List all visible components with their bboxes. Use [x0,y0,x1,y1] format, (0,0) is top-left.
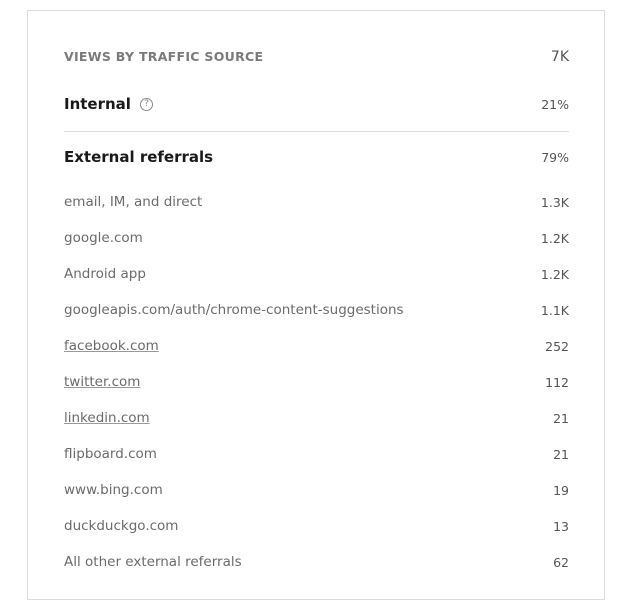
referral-value: 21 [553,410,569,426]
referral-value: 62 [553,554,569,570]
referral-link-linkedin[interactable]: linkedin.com [64,410,150,426]
external-row: External referrals 79% [64,148,569,166]
referral-value: 112 [545,374,569,390]
referral-value: 1.2K [540,230,569,246]
referral-list: email, IM, and direct 1.3K google.com 1.… [64,184,569,580]
referral-name: All other external referrals [64,554,242,570]
referral-link-facebook[interactable]: facebook.com [64,338,159,354]
referral-name: duckduckgo.com [64,518,179,534]
referral-row: flipboard.com 21 [64,436,569,472]
referral-value: 13 [553,518,569,534]
total-views: 7K [550,49,569,65]
referral-row: linkedin.com 21 [64,400,569,436]
referral-value: 1.3K [540,194,569,210]
referral-row: facebook.com 252 [64,328,569,364]
external-percent: 79% [541,149,569,165]
card-header: VIEWS BY TRAFFIC SOURCE 7K [64,49,569,65]
referral-name: flipboard.com [64,446,157,462]
referral-link-twitter[interactable]: twitter.com [64,374,140,390]
internal-label-group: Internal ? [64,95,153,113]
referral-row: All other external referrals 62 [64,544,569,580]
referral-row: googleapis.com/auth/chrome-content-sugge… [64,292,569,328]
internal-label: Internal [64,95,131,113]
card-title: VIEWS BY TRAFFIC SOURCE [64,49,264,64]
referral-value: 19 [553,482,569,498]
referral-value: 1.1K [540,302,569,318]
internal-row: Internal ? 21% [64,95,569,113]
referral-row: google.com 1.2K [64,220,569,256]
referral-row: duckduckgo.com 13 [64,508,569,544]
referral-row: Android app 1.2K [64,256,569,292]
section-divider [64,131,569,132]
external-label: External referrals [64,148,214,166]
referral-row: email, IM, and direct 1.3K [64,184,569,220]
referral-name: email, IM, and direct [64,194,203,210]
referral-row: twitter.com 112 [64,364,569,400]
referral-name: www.bing.com [64,482,163,498]
referral-row: www.bing.com 19 [64,472,569,508]
referral-name: Android app [64,266,146,282]
referral-name: googleapis.com/auth/chrome-content-sugge… [64,302,404,318]
referral-value: 252 [545,338,569,354]
internal-percent: 21% [541,96,569,112]
question-circle-icon[interactable]: ? [139,97,153,111]
referral-value: 21 [553,446,569,462]
referral-value: 1.2K [540,266,569,282]
referral-name: google.com [64,230,143,246]
traffic-source-card: VIEWS BY TRAFFIC SOURCE 7K Internal ? 21… [27,10,605,600]
